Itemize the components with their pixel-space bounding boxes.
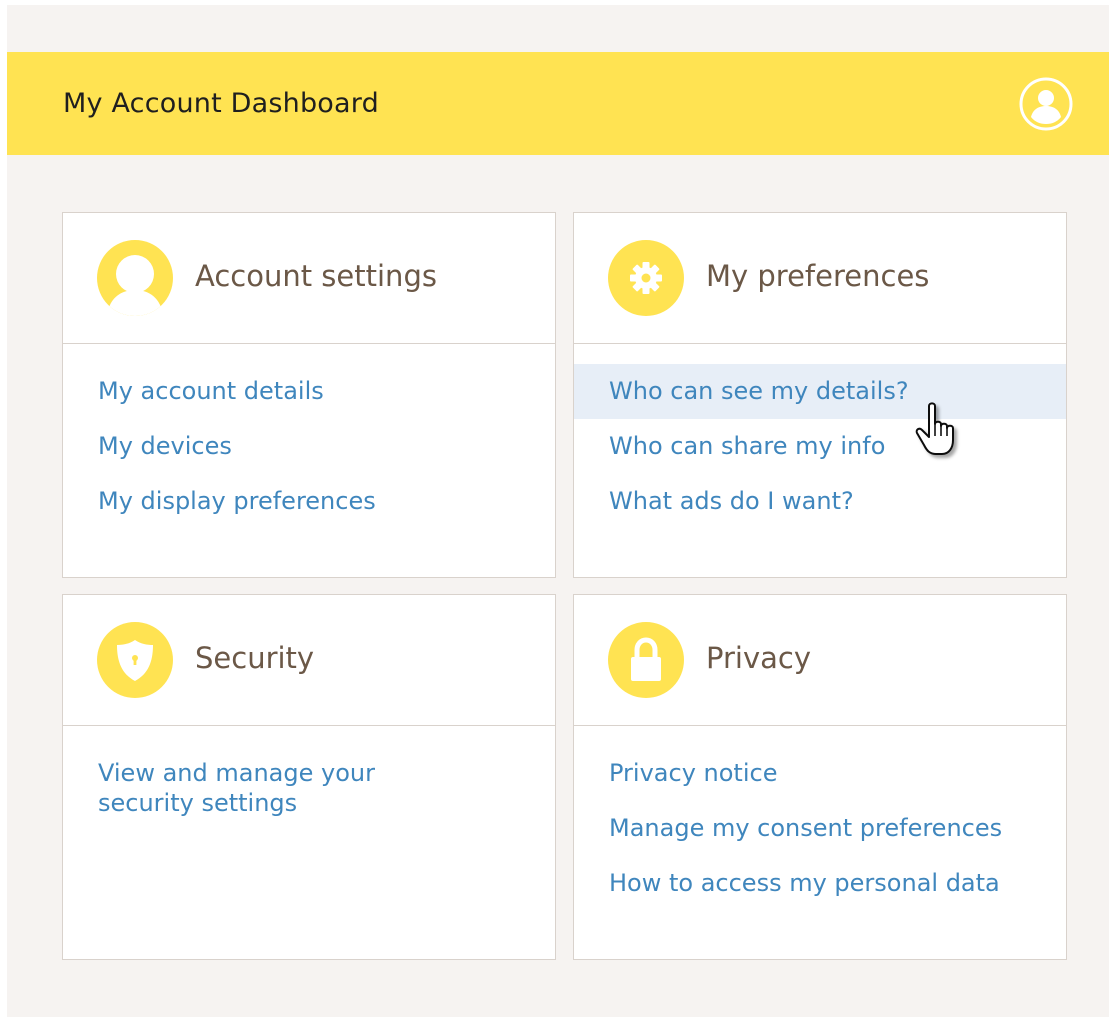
security-card: Security View and manage your security s… <box>62 594 556 960</box>
link-who-can-share-my-info[interactable]: Who can share my info <box>574 419 1066 474</box>
my-preferences-card: My preferences Who can see my details? W… <box>573 212 1067 578</box>
link-manage-consent-preferences[interactable]: Manage my consent preferences <box>574 801 1066 856</box>
privacy-card: Privacy Privacy notice Manage my consent… <box>573 594 1067 960</box>
card-header: Security <box>63 595 555 726</box>
account-settings-card: Account settings My account details My d… <box>62 212 556 578</box>
page-canvas: My Account Dashboard Account settings My… <box>7 5 1109 1017</box>
link-list: My account details My devices My display… <box>63 344 555 529</box>
link-access-personal-data[interactable]: How to access my personal data <box>574 856 1066 911</box>
card-title: My preferences <box>706 259 930 293</box>
link-list: Who can see my details? Who can share my… <box>574 344 1066 529</box>
link-what-ads-do-i-want[interactable]: What ads do I want? <box>574 474 1066 529</box>
shield-icon <box>97 622 173 698</box>
gear-icon <box>608 240 684 316</box>
lock-icon <box>608 622 684 698</box>
card-header: My preferences <box>574 213 1066 344</box>
card-header: Account settings <box>63 213 555 344</box>
link-my-display-preferences[interactable]: My display preferences <box>63 474 555 529</box>
link-manage-security-settings[interactable]: View and manage your security settings <box>63 746 478 831</box>
link-list: View and manage your security settings <box>63 726 555 831</box>
link-list: Privacy notice Manage my consent prefere… <box>574 726 1066 911</box>
profile-button[interactable] <box>1019 77 1073 131</box>
page-title: My Account Dashboard <box>63 88 379 119</box>
card-header: Privacy <box>574 595 1066 726</box>
link-who-can-see-my-details[interactable]: Who can see my details? <box>574 364 1066 419</box>
link-privacy-notice[interactable]: Privacy notice <box>574 746 1066 801</box>
link-my-account-details[interactable]: My account details <box>63 364 555 419</box>
card-title: Account settings <box>195 259 437 293</box>
person-icon <box>97 240 173 316</box>
top-header: My Account Dashboard <box>7 52 1109 155</box>
link-my-devices[interactable]: My devices <box>63 419 555 474</box>
card-title: Security <box>195 641 315 675</box>
card-title: Privacy <box>706 641 811 675</box>
user-circle-icon <box>1019 77 1073 131</box>
